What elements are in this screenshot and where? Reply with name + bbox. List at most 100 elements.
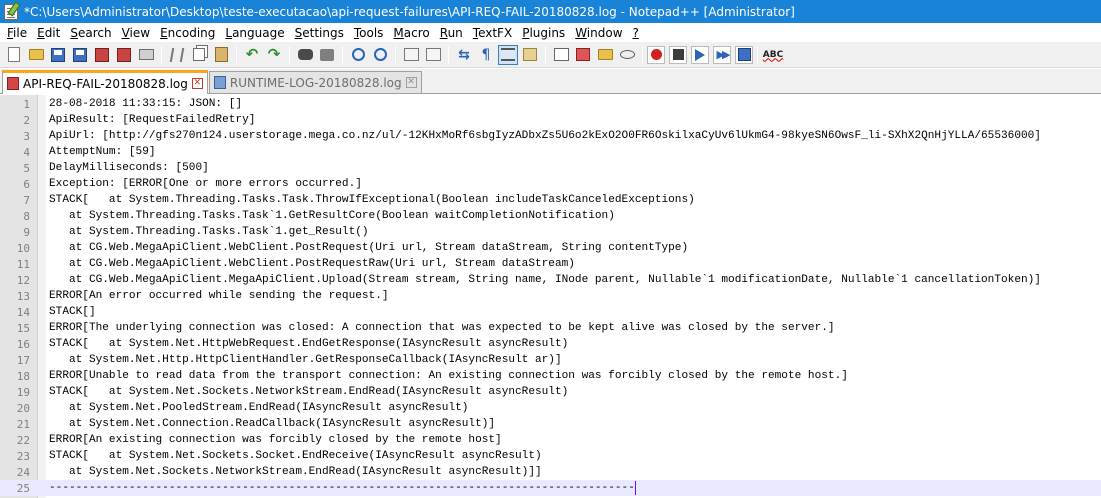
editor-line[interactable]: 10 at CG.Web.MegaApiClient.WebClient.Pos…: [0, 240, 1101, 256]
tab-bar: API-REQ-FAIL-20180828.log ✕ RUNTIME-LOG-…: [0, 69, 1101, 94]
line-text: Exception: [ERROR[One or more errors occ…: [49, 178, 362, 190]
show-all-characters-button[interactable]: ¶: [477, 46, 495, 64]
indent-guide-button[interactable]: [498, 44, 518, 65]
close-button[interactable]: [93, 46, 111, 64]
menu-item-tools[interactable]: Tools: [349, 26, 389, 40]
line-text: DelayMilliseconds: [500]: [49, 162, 209, 174]
zoom-in-button[interactable]: [349, 46, 367, 64]
close-icon[interactable]: ✕: [405, 77, 417, 88]
menu-item-help[interactable]: ?: [628, 26, 644, 40]
playback-button[interactable]: [691, 45, 709, 64]
function-list-button[interactable]: [574, 46, 592, 64]
document-map-button[interactable]: [552, 46, 570, 64]
menu-item-file[interactable]: File: [2, 26, 32, 40]
menu-label: earch: [77, 25, 112, 40]
sync-horizontal-button[interactable]: [424, 46, 442, 64]
save-macro-button[interactable]: [735, 45, 753, 64]
stop-recording-button[interactable]: [669, 45, 687, 64]
notepadpp-app-icon[interactable]: [4, 3, 18, 20]
new-file-button[interactable]: [5, 46, 23, 64]
start-recording-button[interactable]: [647, 45, 665, 64]
copy-button[interactable]: [190, 46, 208, 64]
menu-item-run[interactable]: Run: [435, 26, 468, 40]
editor-line[interactable]: 20 at System.Net.PooledStream.EndRead(IA…: [0, 400, 1101, 416]
editor-line[interactable]: 17 at System.Net.Http.HttpClientHandler.…: [0, 352, 1101, 368]
word-wrap-button[interactable]: ⇆: [455, 46, 473, 64]
editor-line[interactable]: 23 STACK[ at System.Net.Sockets.Socket.En…: [0, 448, 1101, 464]
editor-line[interactable]: 3 ApiUrl: [http://gfs270n124.userstorage.…: [0, 128, 1101, 144]
menu-label: iew: [129, 25, 151, 40]
editor-line[interactable]: 1 28-08-2018 11:33:15: JSON: []: [0, 96, 1101, 112]
run-macro-multiple-button[interactable]: ▶▶: [713, 45, 731, 64]
editor-line[interactable]: 13 ERROR[An error occurred while sending …: [0, 288, 1101, 304]
close-all-button[interactable]: [115, 46, 133, 64]
editor-line[interactable]: 19 STACK[ at System.Net.Sockets.NetworkSt…: [0, 384, 1101, 400]
editor-line[interactable]: 25 --------------------------------------…: [0, 480, 1101, 496]
editor-line[interactable]: 9 at System.Threading.Tasks.Task`1.get_R…: [0, 224, 1101, 240]
print-button[interactable]: [137, 46, 155, 64]
monitoring-button[interactable]: [618, 46, 636, 64]
editor-line[interactable]: 5 DelayMilliseconds: [500]: [0, 160, 1101, 176]
redo-button[interactable]: ↷: [265, 46, 283, 64]
play-multiple-icon: ▶▶: [716, 48, 731, 61]
open-file-button[interactable]: [27, 46, 45, 64]
line-number: 13: [16, 289, 30, 303]
line-number: 6: [23, 177, 30, 191]
menu-item-search[interactable]: Search: [65, 26, 116, 40]
line-text: STACK[ at System.Net.Sockets.NetworkStre…: [49, 386, 569, 398]
save-all-button[interactable]: [71, 46, 89, 64]
editor-line[interactable]: 24 at System.Net.Sockets.NetworkStream.E…: [0, 464, 1101, 480]
editor-line[interactable]: 2 ApiResult: [RequestFailedRetry]: [0, 112, 1101, 128]
editor-line[interactable]: 11 at CG.Web.MegaApiClient.WebClient.Pos…: [0, 256, 1101, 272]
zoom-out-button[interactable]: [371, 46, 389, 64]
menu-label: ettings: [302, 25, 344, 40]
line-text: STACK[ at System.Net.Sockets.Socket.EndR…: [49, 450, 542, 462]
toolbar-separator: [757, 45, 758, 64]
menu-item-encoding[interactable]: Encoding: [155, 26, 220, 40]
line-number: 8: [23, 209, 30, 223]
menu-label: un: [447, 25, 463, 40]
toolbar-separator: [289, 45, 290, 64]
editor-line[interactable]: 8 at System.Threading.Tasks.Task`1.GetRe…: [0, 208, 1101, 224]
menu-item-language[interactable]: Language: [220, 26, 289, 40]
editor-line[interactable]: 15 ERROR[The underlying connection was cl…: [0, 320, 1101, 336]
menu-item-window[interactable]: Window: [570, 26, 627, 40]
line-text: ApiUrl: [http://gfs270n124.userstorage.m…: [49, 130, 1041, 142]
menu-item-textfx[interactable]: TextFX: [468, 26, 517, 40]
close-icon[interactable]: ✕: [191, 78, 203, 89]
tab-runtime-log[interactable]: RUNTIME-LOG-20180828.log ✕: [208, 71, 422, 93]
tab-api-req-fail[interactable]: API-REQ-FAIL-20180828.log ✕: [2, 70, 208, 94]
editor-line[interactable]: 18 ERROR[Unable to read data from the tra…: [0, 368, 1101, 384]
save-button[interactable]: [49, 46, 67, 64]
replace-button[interactable]: [318, 46, 336, 64]
folder-as-workspace-button[interactable]: [596, 46, 614, 64]
menu-item-edit[interactable]: Edit: [32, 26, 65, 40]
cut-button[interactable]: [168, 46, 186, 64]
undo-button[interactable]: ↶: [243, 46, 261, 64]
menu-item-settings[interactable]: Settings: [290, 26, 349, 40]
menu-item-plugins[interactable]: Plugins: [517, 26, 570, 40]
editor-line[interactable]: 4 AttemptNum: [59]: [0, 144, 1101, 160]
menu-accelerator: E: [37, 25, 45, 40]
editor-line[interactable]: 21 at System.Net.Connection.ReadCallback…: [0, 416, 1101, 432]
text-editor[interactable]: 1 28-08-2018 11:33:15: JSON: [] 2 ApiResult…: [0, 95, 1101, 498]
menu-accelerator: R: [439, 25, 448, 40]
user-language-button[interactable]: [521, 46, 539, 64]
menu-item-view[interactable]: View: [117, 26, 155, 40]
sync-vertical-button[interactable]: [402, 46, 420, 64]
menu-item-macro[interactable]: Macro: [388, 26, 434, 40]
editor-line[interactable]: 22 ERROR[An existing connection was forci…: [0, 432, 1101, 448]
toolbar-separator: [161, 45, 162, 64]
editor-line[interactable]: 16 STACK[ at System.Net.HttpWebRequest.En…: [0, 336, 1101, 352]
editor-line[interactable]: 7 STACK[ at System.Threading.Tasks.Task.T…: [0, 192, 1101, 208]
spell-check-button[interactable]: ABC: [763, 46, 783, 64]
editor-line[interactable]: 14 STACK[]: [0, 304, 1101, 320]
line-text: ----------------------------------------…: [49, 482, 635, 494]
line-number: 16: [16, 337, 30, 351]
menu-accelerator: E: [160, 25, 168, 40]
line-number: 3: [23, 129, 30, 143]
editor-line[interactable]: 6 Exception: [ERROR[One or more errors oc…: [0, 176, 1101, 192]
editor-line[interactable]: 12 at CG.Web.MegaApiClient.MegaApiClient…: [0, 272, 1101, 288]
paste-button[interactable]: [212, 46, 230, 64]
find-button[interactable]: [296, 46, 314, 64]
